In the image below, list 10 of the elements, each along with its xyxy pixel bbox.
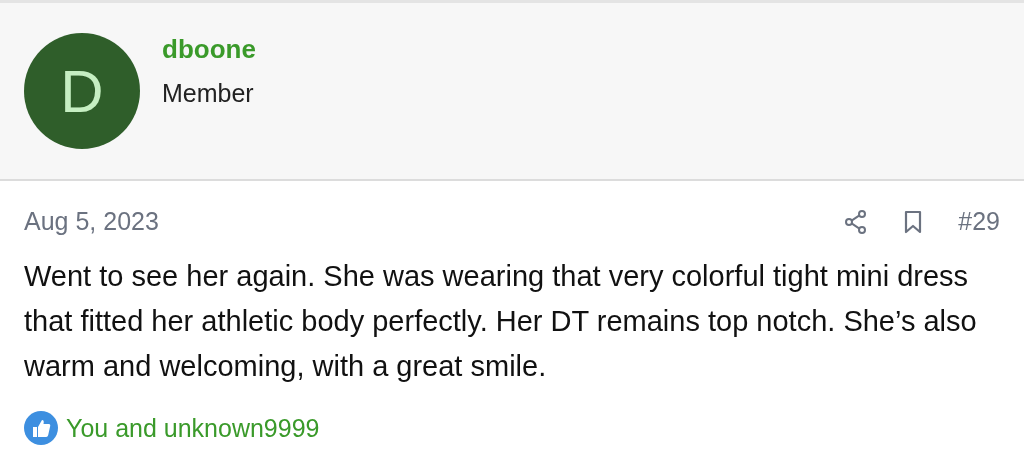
- post-date[interactable]: Aug 5, 2023: [24, 207, 159, 236]
- user-role: Member: [162, 79, 255, 108]
- post-number-link[interactable]: #29: [958, 207, 1000, 236]
- bookmark-icon[interactable]: [904, 209, 923, 234]
- like-icon: [24, 411, 58, 445]
- avatar[interactable]: D: [24, 33, 140, 149]
- username-link[interactable]: dboone: [162, 34, 256, 65]
- reactions-link[interactable]: You and unknown9999: [66, 413, 320, 443]
- post-text: Went to see her again. She was wearing that very colorful tight mini dress that fitted her athletic body perfectly. Her DT remains top notch. She’s also warm and welcoming, with a great smile.: [24, 259, 978, 384]
- share-icon[interactable]: [844, 208, 869, 235]
